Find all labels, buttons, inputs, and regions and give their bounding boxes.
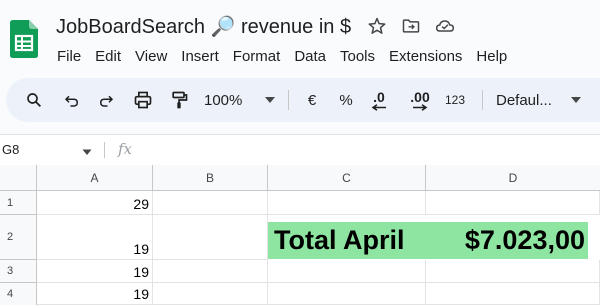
move-folder-icon[interactable]	[399, 14, 423, 38]
menu-extensions[interactable]: Extensions	[382, 46, 469, 67]
cell-a4[interactable]: 19	[37, 283, 153, 305]
row-number: 3	[7, 265, 14, 277]
cell-c1[interactable]	[268, 191, 426, 215]
menu-help[interactable]: Help	[469, 46, 514, 67]
search-icon[interactable]	[22, 78, 46, 122]
percent-format-button[interactable]: %	[336, 78, 356, 122]
zoom-select[interactable]: 100%	[204, 78, 254, 122]
row-header-1[interactable]: 1	[0, 191, 37, 215]
row-header-4[interactable]: 4	[0, 283, 37, 305]
cell-d1[interactable]	[426, 191, 600, 215]
font-dropdown-icon[interactable]	[568, 78, 584, 122]
menu-tools[interactable]: Tools	[333, 46, 382, 67]
row-header-2[interactable]: 2	[0, 215, 37, 260]
name-box[interactable]: G8	[2, 142, 19, 157]
formula-bar: G8 fx	[0, 134, 600, 166]
cell-b1[interactable]	[153, 191, 268, 215]
cell-a3[interactable]: 19	[37, 260, 153, 283]
more-formats-button[interactable]: 123	[442, 78, 468, 122]
cell-d4[interactable]	[426, 283, 600, 305]
toolbar-divider	[482, 90, 483, 110]
menu-data[interactable]: Data	[287, 46, 333, 67]
spreadsheet-grid: A B C D 1 2 3 4 29 19 Total April $7.023…	[0, 165, 600, 305]
column-header-b[interactable]: B	[153, 165, 268, 191]
menu-edit[interactable]: Edit	[88, 46, 128, 67]
name-box-dropdown-icon[interactable]	[82, 143, 92, 161]
more-formats-label: 123	[444, 93, 466, 107]
cell-c4[interactable]	[268, 283, 426, 305]
increase-decimal-label: .00	[410, 88, 430, 105]
row-number: 4	[7, 288, 14, 300]
zoom-value: 100%	[204, 91, 243, 109]
menu-insert[interactable]: Insert	[174, 46, 226, 67]
column-header-a[interactable]: A	[37, 165, 153, 191]
redo-icon[interactable]	[94, 78, 118, 122]
row-header-3[interactable]: 3	[0, 260, 37, 283]
cell-a2[interactable]: 19	[37, 215, 153, 260]
formula-bar-divider	[104, 142, 105, 158]
font-value: Defaul...	[496, 91, 552, 109]
arrow-right-icon	[413, 103, 428, 111]
paint-format-icon[interactable]	[166, 78, 192, 122]
undo-icon[interactable]	[60, 78, 84, 122]
decrease-decimal-button[interactable]: .0	[366, 78, 392, 122]
currency-format-button[interactable]: €	[302, 78, 322, 122]
fx-icon: fx	[118, 140, 133, 158]
toolbar-divider	[288, 90, 289, 110]
cell-b2[interactable]	[153, 215, 268, 260]
currency-symbol: €	[307, 91, 317, 109]
document-title[interactable]: JobBoardSearch 🔎 revenue in $	[56, 14, 351, 39]
star-icon[interactable]	[365, 14, 389, 38]
increase-decimal-button[interactable]: .00	[404, 78, 436, 122]
arrow-left-icon	[371, 103, 386, 111]
column-header-c[interactable]: C	[268, 165, 426, 191]
cell-b3[interactable]	[153, 260, 268, 283]
menu-format[interactable]: Format	[226, 46, 288, 67]
cell-b4[interactable]	[153, 283, 268, 305]
cell-d2[interactable]: $7.023,00	[426, 222, 588, 259]
row-number: 2	[7, 231, 14, 243]
percent-symbol: %	[339, 91, 353, 109]
print-icon[interactable]	[130, 78, 156, 122]
select-all-corner[interactable]	[0, 165, 37, 191]
menu-bar: File Edit View Insert Format Data Tools …	[50, 44, 514, 68]
menu-file[interactable]: File	[50, 46, 88, 67]
cell-c2[interactable]: Total April	[268, 222, 426, 259]
cell-d3[interactable]	[426, 260, 600, 283]
toolbar: 100% € % .0 .00 123 Defaul...	[6, 78, 600, 122]
menu-view[interactable]: View	[128, 46, 174, 67]
decrease-decimal-label: .0	[373, 88, 385, 105]
cell-a1[interactable]: 29	[37, 191, 153, 215]
zoom-dropdown-icon[interactable]	[262, 78, 278, 122]
cell-c3[interactable]	[268, 260, 426, 283]
column-header-d[interactable]: D	[426, 165, 600, 191]
font-select[interactable]: Defaul...	[496, 78, 570, 122]
cloud-status-icon[interactable]	[433, 14, 457, 38]
sheets-logo[interactable]	[10, 20, 38, 58]
row-number: 1	[7, 196, 14, 209]
